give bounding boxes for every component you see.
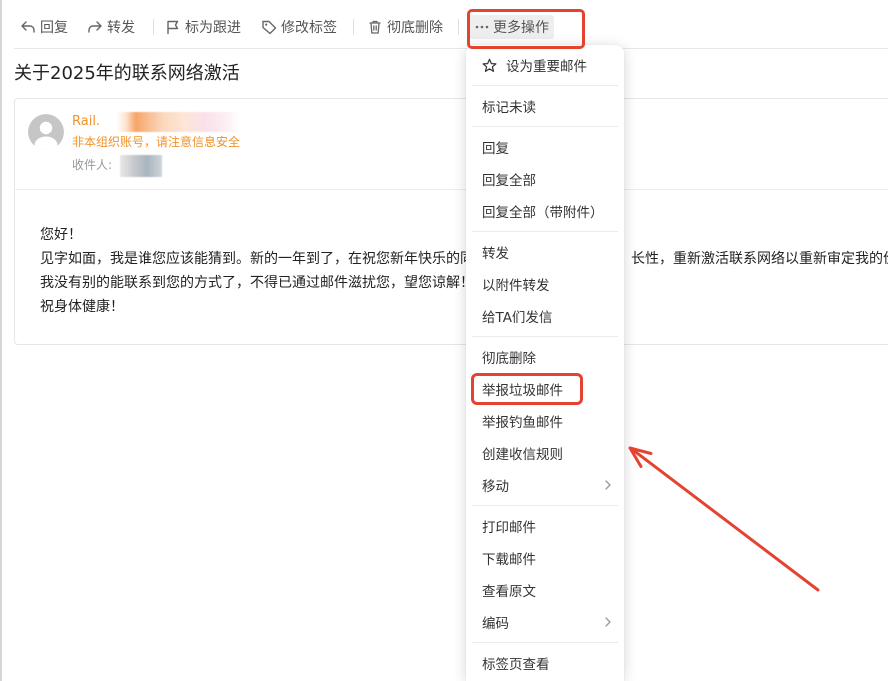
menu-item-print[interactable]: 打印邮件 — [466, 510, 624, 542]
menu-item-send-to-them[interactable]: 给TA们发信 — [466, 300, 624, 332]
menu-item-label: 回复全部（带附件） — [482, 205, 604, 221]
menu-divider — [472, 126, 618, 127]
body-line-3: 我没有别的能联系到您的方式了，不得已通过邮件滋扰您，望您谅解！ — [40, 275, 474, 291]
avatar-icon — [28, 114, 64, 150]
email-reader-page: 回复 转发 标为跟进 修改标签 彻底删除 更多操作 关于2025年的联系网络激活… — [0, 0, 888, 681]
menu-divider — [472, 642, 618, 643]
menu-divider — [472, 505, 618, 506]
redacted-recipient — [120, 155, 162, 177]
menu-item-create-rule[interactable]: 创建收信规则 — [466, 437, 624, 469]
forward-button-label: 转发 — [107, 20, 135, 36]
email-subject: 关于2025年的联系网络激活 — [14, 63, 240, 84]
menu-item-label: 转发 — [482, 246, 509, 262]
menu-divider — [472, 85, 618, 86]
chevron-right-icon — [605, 480, 611, 490]
menu-item-label: 打印邮件 — [482, 520, 536, 536]
menu-item-delete-permanently[interactable]: 彻底删除 — [466, 341, 624, 373]
menu-item-mark-unread[interactable]: 标记未读 — [466, 90, 624, 122]
reply-button-label: 回复 — [40, 20, 68, 36]
sender-name[interactable]: Rail. — [72, 114, 100, 130]
menu-item-forward-as-attachment[interactable]: 以附件转发 — [466, 268, 624, 300]
menu-item-label: 举报钓鱼邮件 — [482, 415, 563, 431]
menu-item-open-in-tab[interactable]: 标签页查看 — [466, 647, 624, 679]
menu-item-label: 创建收信规则 — [482, 447, 563, 463]
body-greeting: 您好！ — [40, 227, 82, 243]
menu-item-view-source[interactable]: 查看原文 — [466, 574, 624, 606]
more-actions-menu: 设为重要邮件 标记未读 回复 回复全部 回复全部（带附件） 转发 以附件转发 给… — [466, 45, 624, 681]
menu-item-label: 设为重要邮件 — [506, 59, 587, 75]
delete-permanently-button[interactable]: 彻底删除 — [367, 15, 443, 39]
menu-item-label: 回复全部 — [482, 173, 536, 189]
menu-item-label: 以附件转发 — [482, 278, 550, 294]
trash-icon — [369, 20, 381, 34]
recipient-label: 收件人: — [72, 158, 113, 172]
menu-item-label: 标签页查看 — [482, 657, 550, 673]
forward-button[interactable]: 转发 — [87, 15, 135, 39]
body-line-2-continued: 长性，重新激活联系网络以重新审定我的价 — [631, 247, 888, 271]
menu-item-mark-important[interactable]: 设为重要邮件 — [466, 49, 624, 81]
menu-item-label: 标记未读 — [482, 100, 536, 116]
chevron-right-icon — [605, 617, 611, 627]
menu-item-report-phishing[interactable]: 举报钓鱼邮件 — [466, 405, 624, 437]
follow-up-button-label: 标为跟进 — [185, 20, 241, 36]
email-header-divider — [15, 189, 888, 190]
menu-item-download[interactable]: 下载邮件 — [466, 542, 624, 574]
menu-item-reply-all-with-attachments[interactable]: 回复全部（带附件） — [466, 195, 624, 227]
toolbar-separator — [153, 19, 154, 35]
body-line-2-continued-text: 长性，重新激活联系网络以重新审定我的价 — [631, 251, 888, 267]
flag-icon — [167, 20, 179, 34]
follow-up-button[interactable]: 标为跟进 — [165, 15, 241, 39]
menu-item-forward[interactable]: 转发 — [466, 236, 624, 268]
toolbar-divider — [14, 48, 888, 49]
menu-item-label: 彻底删除 — [482, 351, 536, 367]
menu-item-encoding[interactable]: 编码 — [466, 606, 624, 638]
edit-tags-button[interactable]: 修改标签 — [261, 15, 337, 39]
menu-item-reply[interactable]: 回复 — [466, 131, 624, 163]
menu-item-label: 回复 — [482, 141, 509, 157]
body-line-2: 见字如面，我是谁您应该能猜到。新的一年到了，在祝您新年快乐的同 — [40, 251, 474, 267]
menu-divider — [472, 231, 618, 232]
menu-item-move[interactable]: 移动 — [466, 469, 624, 501]
menu-item-label: 给TA们发信 — [482, 310, 553, 326]
toolbar-separator — [353, 19, 354, 35]
reply-icon — [21, 21, 35, 33]
forward-icon — [88, 21, 102, 33]
highlight-box-more-actions — [467, 9, 585, 49]
star-icon — [482, 58, 497, 72]
menu-item-reply-all[interactable]: 回复全部 — [466, 163, 624, 195]
reply-button[interactable]: 回复 — [20, 15, 68, 39]
menu-item-label: 下载邮件 — [482, 552, 536, 568]
edit-tags-button-label: 修改标签 — [281, 20, 337, 36]
body-closing: 祝身体健康！ — [40, 299, 124, 315]
external-sender-warning: 非本组织账号，请注意信息安全 — [72, 135, 241, 149]
toolbar-separator — [458, 19, 459, 35]
redacted-sender-address — [116, 112, 240, 132]
menu-item-label: 查看原文 — [482, 584, 536, 600]
left-panel-border — [0, 0, 2, 681]
menu-item-label: 编码 — [482, 616, 509, 632]
menu-item-label: 移动 — [482, 479, 509, 495]
menu-divider — [472, 336, 618, 337]
delete-permanently-button-label: 彻底删除 — [387, 20, 443, 36]
highlight-box-report-spam — [471, 373, 583, 405]
tag-icon — [262, 20, 277, 35]
